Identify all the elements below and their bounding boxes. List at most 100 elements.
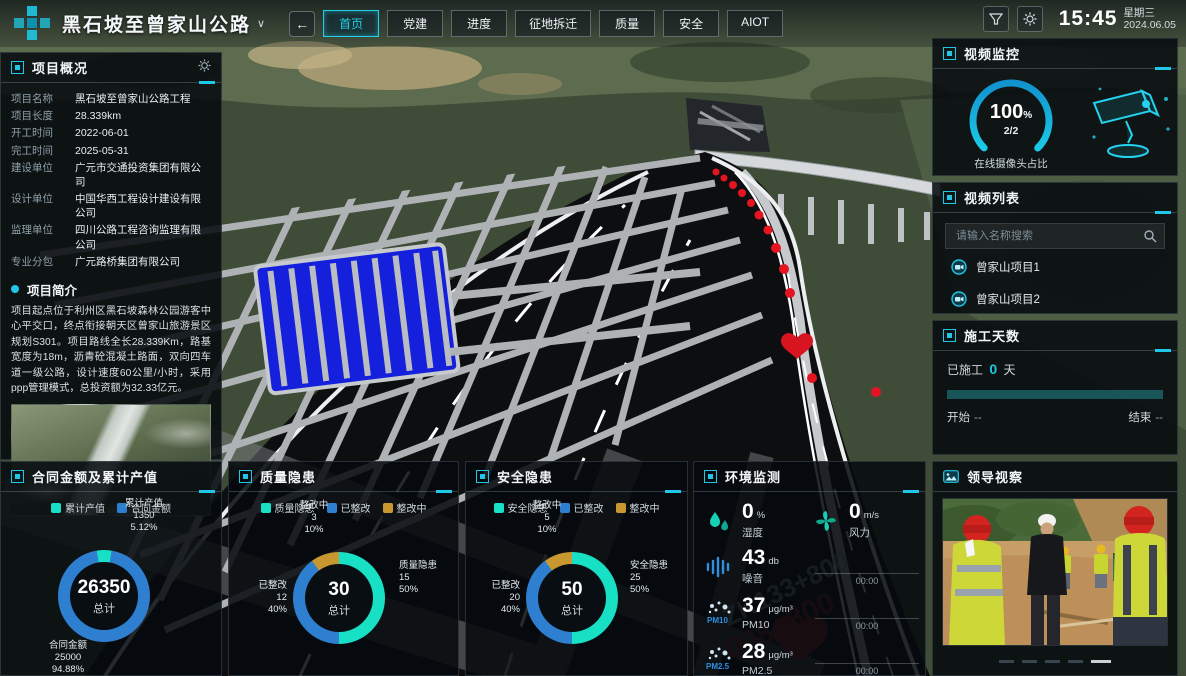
video-list-item[interactable]: 曾家山项目2 xyxy=(951,291,1163,307)
humidity-icon xyxy=(706,508,732,534)
metric-unit: μg/m³ xyxy=(768,650,792,661)
image-icon xyxy=(943,470,959,483)
metric-unit: % xyxy=(757,510,765,521)
camera-dot-icon xyxy=(951,291,967,307)
overview-settings-button[interactable] xyxy=(198,59,211,77)
field-row: 监理单位四川公路工程咨询监理有限公司 xyxy=(11,223,211,251)
donut-total-label: 总计 xyxy=(93,600,115,616)
camera-gauge: 100% 2/2 在线摄像头占比 xyxy=(943,69,1079,173)
slice-callout: 质量隐患 15 50% xyxy=(399,560,459,596)
leader-visit-photo[interactable] xyxy=(942,498,1168,646)
days-unit: 天 xyxy=(1004,363,1016,377)
slice-callout: 整改中 5 10% xyxy=(512,500,582,536)
filter-button[interactable] xyxy=(983,6,1009,32)
carousel-dot[interactable] xyxy=(1022,660,1037,663)
settings-button[interactable] xyxy=(1017,6,1043,32)
pm25-trend-chart: 00:00 xyxy=(815,635,919,676)
panel-title: 施工天数 xyxy=(964,326,1020,345)
panel-marker-icon xyxy=(943,191,956,204)
tab-home[interactable]: 首页 xyxy=(323,10,379,37)
metric-value: 0 xyxy=(742,500,754,523)
panel-marker-icon xyxy=(239,470,252,483)
start-date: 开始-- xyxy=(947,409,982,425)
pm10-trend-chart: 00:00 xyxy=(815,590,919,631)
panel-title: 环境监测 xyxy=(725,467,781,486)
field-label: 设计单位 xyxy=(11,192,75,220)
field-value: 中国华西工程设计建设有限公司 xyxy=(75,192,211,220)
field-label: 项目名称 xyxy=(11,92,75,106)
field-row: 项目名称黑石坡至曾家山公路工程 xyxy=(11,92,211,106)
field-label: 项目长度 xyxy=(11,109,75,123)
field-row: 设计单位中国华西工程设计建设有限公司 xyxy=(11,192,211,220)
header-accent xyxy=(1155,211,1171,214)
metric-name: 噪音 xyxy=(742,571,779,586)
tab-progress[interactable]: 进度 xyxy=(451,10,507,37)
legend-item[interactable]: 整改中 xyxy=(383,500,427,515)
metric-name: 风力 xyxy=(849,525,879,540)
carousel-dot[interactable] xyxy=(999,660,1014,663)
contract-output-panel: 合同金额及累计产值 累计产值 合同金额 26350 总计 累计产值 1350 5… xyxy=(0,461,222,676)
field-value: 四川公路工程咨询监理有限公司 xyxy=(75,223,211,251)
video-list-item[interactable]: 曾家山项目1 xyxy=(951,259,1163,275)
overview-fields: 项目名称黑石坡至曾家山公路工程 项目长度28.339km 开工时间2022-06… xyxy=(1,83,221,274)
svg-text:PM2.5: PM2.5 xyxy=(706,662,730,671)
metric-value: 0 xyxy=(849,500,861,523)
contract-donut-chart: 26350 总计 xyxy=(58,550,150,642)
header-accent xyxy=(199,81,215,84)
environment-panel: 环境监测 0% 湿度 xyxy=(693,461,926,676)
panel-title: 合同金额及累计产值 xyxy=(32,467,158,486)
project-overview-panel: 项目概况 项目名称黑石坡至曾家山公路工程 项目长度28.339km 开工时间20… xyxy=(0,52,222,460)
intro-title: 项目简介 xyxy=(27,280,77,299)
pm25-icon: PM2.5 xyxy=(705,646,733,672)
noise-trend-chart: 00:00 xyxy=(815,545,919,586)
panel-title: 视频列表 xyxy=(964,188,1020,207)
legend-swatch xyxy=(383,503,393,513)
intro-text: 项目起点位于利州区黑石坡森林公园游客中心平交口，终点衔接朝天区曾家山旅游景区规划… xyxy=(1,301,221,400)
leader-visit-panel: 领导视察 xyxy=(932,461,1178,676)
tab-aiot[interactable]: AIOT xyxy=(727,10,783,37)
tab-quality[interactable]: 质量 xyxy=(599,10,655,37)
carousel-dot[interactable] xyxy=(1045,660,1060,663)
field-row: 完工时间2025-05-31 xyxy=(11,144,211,158)
title-dropdown-caret[interactable]: ∨ xyxy=(257,17,265,30)
carousel-dot[interactable] xyxy=(1068,660,1083,663)
days-value: 0 xyxy=(989,361,997,377)
tab-land[interactable]: 征地拆迁 xyxy=(515,10,591,37)
legend-swatch xyxy=(616,503,626,513)
header-accent xyxy=(903,490,919,493)
metric-value: 43 xyxy=(742,546,765,569)
legend-item[interactable]: 整改中 xyxy=(616,500,660,515)
quality-hazard-panel: 质量隐患 质量隐患 已整改 整改中 30 总计 整改中 3 10% 已整改 12… xyxy=(228,461,459,676)
tunnel-portal xyxy=(686,98,770,152)
header-accent xyxy=(1155,349,1171,352)
donut-total: 26350 xyxy=(78,577,131,599)
pm10-icon: PM10 xyxy=(705,600,733,626)
metric-value: 37 xyxy=(742,594,765,617)
search-icon[interactable] xyxy=(1143,229,1157,248)
slice-callout: 整改中 3 10% xyxy=(279,500,349,536)
clock-weekday: 星期三 xyxy=(1123,7,1176,19)
video-search-input[interactable] xyxy=(945,223,1165,249)
tab-party[interactable]: 党建 xyxy=(387,10,443,37)
donut-total-label: 总计 xyxy=(561,602,583,618)
legend-swatch xyxy=(261,503,271,513)
legend-item[interactable]: 累计产值 xyxy=(51,500,105,515)
field-row: 建设单位广元市交通投资集团有限公司 xyxy=(11,161,211,189)
carousel-dot-active[interactable] xyxy=(1091,660,1111,663)
pm10-metric: PM10 37μg/m³ PM10 xyxy=(704,592,811,633)
panel-title: 质量隐患 xyxy=(260,467,316,486)
header-accent xyxy=(436,490,452,493)
legend-swatch xyxy=(51,503,61,513)
metric-name: PM10 xyxy=(742,619,793,631)
field-row: 开工时间2022-06-01 xyxy=(11,126,211,140)
slice-callout: 合同金额 25000 94.88% xyxy=(23,640,113,676)
legend-label: 整改中 xyxy=(630,500,660,515)
tab-safety[interactable]: 安全 xyxy=(663,10,719,37)
back-button[interactable]: ← xyxy=(289,11,315,37)
clock-date: 2024.06.05 xyxy=(1123,19,1176,31)
legend-swatch xyxy=(494,503,504,513)
time-axis-label: 00:00 xyxy=(815,619,919,631)
filter-icon xyxy=(989,12,1003,26)
slice-callout: 累计产值 1350 5.12% xyxy=(101,498,187,534)
panel-marker-icon xyxy=(943,47,956,60)
